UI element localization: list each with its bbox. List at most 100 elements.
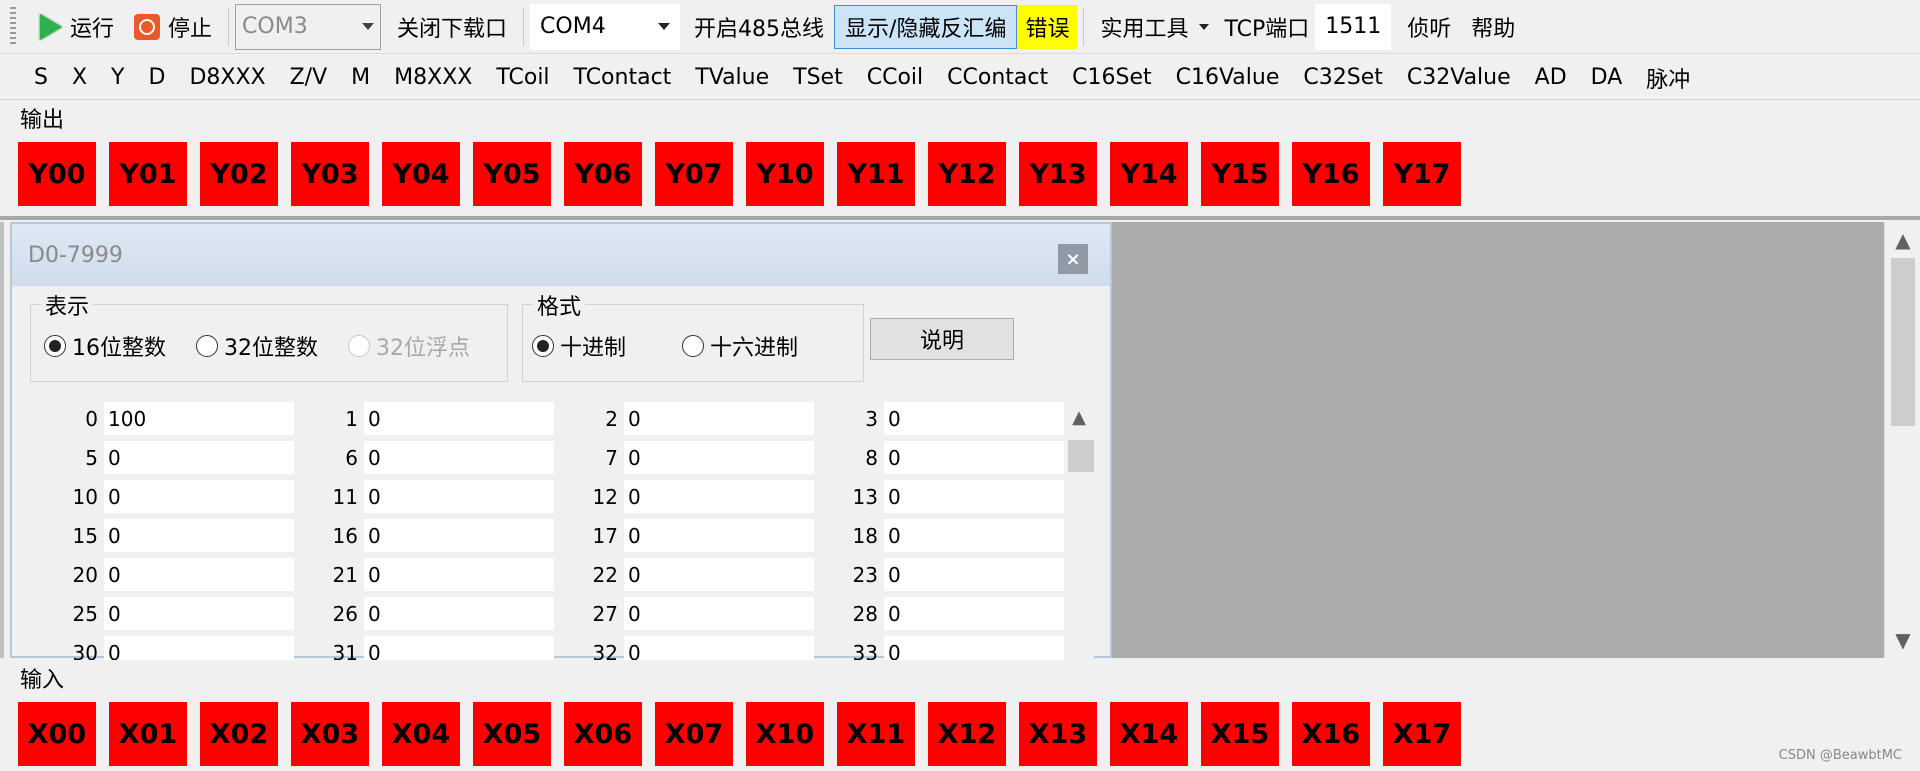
d-register-value-input[interactable]: 0 [104, 558, 294, 592]
output-y02-button[interactable]: Y02 [200, 142, 278, 206]
listen-button[interactable]: 侦听 [1397, 5, 1461, 49]
d-register-value-input[interactable]: 0 [624, 636, 814, 660]
scroll-down-icon[interactable]: ▼ [1885, 622, 1920, 658]
run-button[interactable]: 运行 [30, 5, 124, 49]
radio-16bit-int[interactable]: 16位整数 [44, 330, 166, 362]
scroll-up-icon[interactable]: ▲ [1064, 402, 1094, 432]
output-y14-button[interactable]: Y14 [1110, 142, 1188, 206]
open-485-button[interactable]: 开启485总线 [684, 5, 834, 49]
output-y06-button[interactable]: Y06 [564, 142, 642, 206]
d-register-value-input[interactable]: 0 [364, 402, 554, 436]
input-x14-button[interactable]: X14 [1110, 702, 1188, 766]
d-register-value-input[interactable]: 0 [104, 519, 294, 553]
d-register-value-input[interactable]: 0 [884, 519, 1074, 553]
menu-item-tset[interactable]: TSet [781, 65, 855, 90]
input-x02-button[interactable]: X02 [200, 702, 278, 766]
output-y13-button[interactable]: Y13 [1019, 142, 1097, 206]
menu-item-c32value[interactable]: C32Value [1395, 65, 1523, 90]
menu-item-da[interactable]: DA [1579, 65, 1635, 90]
d-register-value-input[interactable]: 0 [624, 558, 814, 592]
d-register-value-input[interactable]: 0 [884, 480, 1074, 514]
output-y01-button[interactable]: Y01 [109, 142, 187, 206]
output-y00-button[interactable]: Y00 [18, 142, 96, 206]
radio-hexadecimal[interactable]: 十六进制 [682, 330, 798, 362]
input-x01-button[interactable]: X01 [109, 702, 187, 766]
d-register-value-input[interactable]: 0 [624, 441, 814, 475]
d-register-value-input[interactable]: 0 [884, 441, 1074, 475]
radio-32bit-int[interactable]: 32位整数 [196, 330, 318, 362]
input-x05-button[interactable]: X05 [473, 702, 551, 766]
stop-button[interactable]: 停止 [124, 5, 222, 49]
menu-item-tcontact[interactable]: TContact [562, 65, 684, 90]
d-register-value-input[interactable]: 100 [104, 402, 294, 436]
output-y07-button[interactable]: Y07 [655, 142, 733, 206]
d-register-value-input[interactable]: 0 [884, 402, 1074, 436]
scroll-up-icon[interactable]: ▲ [1885, 222, 1920, 258]
d-register-value-input[interactable]: 0 [884, 597, 1074, 631]
input-x15-button[interactable]: X15 [1201, 702, 1279, 766]
menu-item-m[interactable]: M [339, 65, 382, 90]
input-x13-button[interactable]: X13 [1019, 702, 1097, 766]
input-x17-button[interactable]: X17 [1383, 702, 1461, 766]
menu-item-s[interactable]: S [22, 65, 60, 90]
input-x16-button[interactable]: X16 [1292, 702, 1370, 766]
menu-item-m8xxx[interactable]: M8XXX [382, 65, 484, 90]
radio-decimal[interactable]: 十进制 [532, 330, 626, 362]
d-register-value-input[interactable]: 0 [104, 441, 294, 475]
menu-item-c16value[interactable]: C16Value [1164, 65, 1292, 90]
com-port-select[interactable]: COM4 [530, 3, 681, 50]
tools-dropdown-button[interactable]: 实用工具 [1090, 5, 1218, 49]
output-y12-button[interactable]: Y12 [928, 142, 1006, 206]
close-icon[interactable]: × [1058, 244, 1088, 274]
menu-item-d8xxx[interactable]: D8XXX [177, 65, 277, 90]
d-register-value-input[interactable]: 0 [624, 519, 814, 553]
d-register-value-input[interactable]: 0 [884, 558, 1074, 592]
input-x00-button[interactable]: X00 [18, 702, 96, 766]
menu-item-c16set[interactable]: C16Set [1060, 65, 1163, 90]
output-y10-button[interactable]: Y10 [746, 142, 824, 206]
d-register-value-input[interactable]: 0 [884, 636, 1074, 660]
menu-item-c32set[interactable]: C32Set [1291, 65, 1394, 90]
tcp-port-input[interactable]: 1511 [1315, 3, 1392, 50]
menu-item-ccontact[interactable]: CContact [935, 65, 1060, 90]
scrollbar-thumb[interactable] [1068, 440, 1094, 472]
menu-item--[interactable]: 脉冲 [1634, 62, 1702, 94]
d-register-value-input[interactable]: 0 [364, 441, 554, 475]
scrollbar-thumb[interactable] [1891, 258, 1915, 426]
main-vertical-scrollbar[interactable]: ▲ ▼ [1884, 222, 1920, 658]
menu-item-tvalue[interactable]: TValue [683, 65, 781, 90]
d-register-value-input[interactable]: 0 [364, 558, 554, 592]
toggle-disassembly-button[interactable]: 显示/隐藏反汇编 [834, 4, 1018, 49]
d-register-value-input[interactable]: 0 [364, 480, 554, 514]
d-register-value-input[interactable]: 0 [364, 597, 554, 631]
output-y11-button[interactable]: Y11 [837, 142, 915, 206]
menu-item-x[interactable]: X [60, 65, 99, 90]
error-button[interactable]: 错误 [1017, 4, 1078, 49]
d-register-value-input[interactable]: 0 [364, 519, 554, 553]
explain-button[interactable]: 说明 [870, 318, 1014, 360]
input-x04-button[interactable]: X04 [382, 702, 460, 766]
input-x10-button[interactable]: X10 [746, 702, 824, 766]
grid-vertical-scrollbar[interactable]: ▲ [1064, 402, 1094, 660]
menu-item-ad[interactable]: AD [1523, 65, 1579, 90]
input-x11-button[interactable]: X11 [837, 702, 915, 766]
input-x12-button[interactable]: X12 [928, 702, 1006, 766]
output-y15-button[interactable]: Y15 [1201, 142, 1279, 206]
toolbar-grip[interactable] [10, 6, 16, 47]
output-y16-button[interactable]: Y16 [1292, 142, 1370, 206]
d-register-value-input[interactable]: 0 [104, 636, 294, 660]
horizontal-splitter[interactable] [0, 216, 1920, 220]
menu-item-y[interactable]: Y [99, 65, 136, 90]
d-register-value-input[interactable]: 0 [624, 597, 814, 631]
menu-item-z-v[interactable]: Z/V [278, 65, 340, 90]
close-download-port-button[interactable]: 关闭下载口 [387, 5, 517, 49]
output-y03-button[interactable]: Y03 [291, 142, 369, 206]
help-button[interactable]: 帮助 [1461, 5, 1525, 49]
input-x06-button[interactable]: X06 [564, 702, 642, 766]
d-window-titlebar[interactable]: D0-7999 [12, 224, 1110, 286]
menu-item-tcoil[interactable]: TCoil [484, 65, 561, 90]
input-x03-button[interactable]: X03 [291, 702, 369, 766]
d-register-value-input[interactable]: 0 [624, 402, 814, 436]
d-register-value-input[interactable]: 0 [104, 597, 294, 631]
d-register-value-input[interactable]: 0 [624, 480, 814, 514]
